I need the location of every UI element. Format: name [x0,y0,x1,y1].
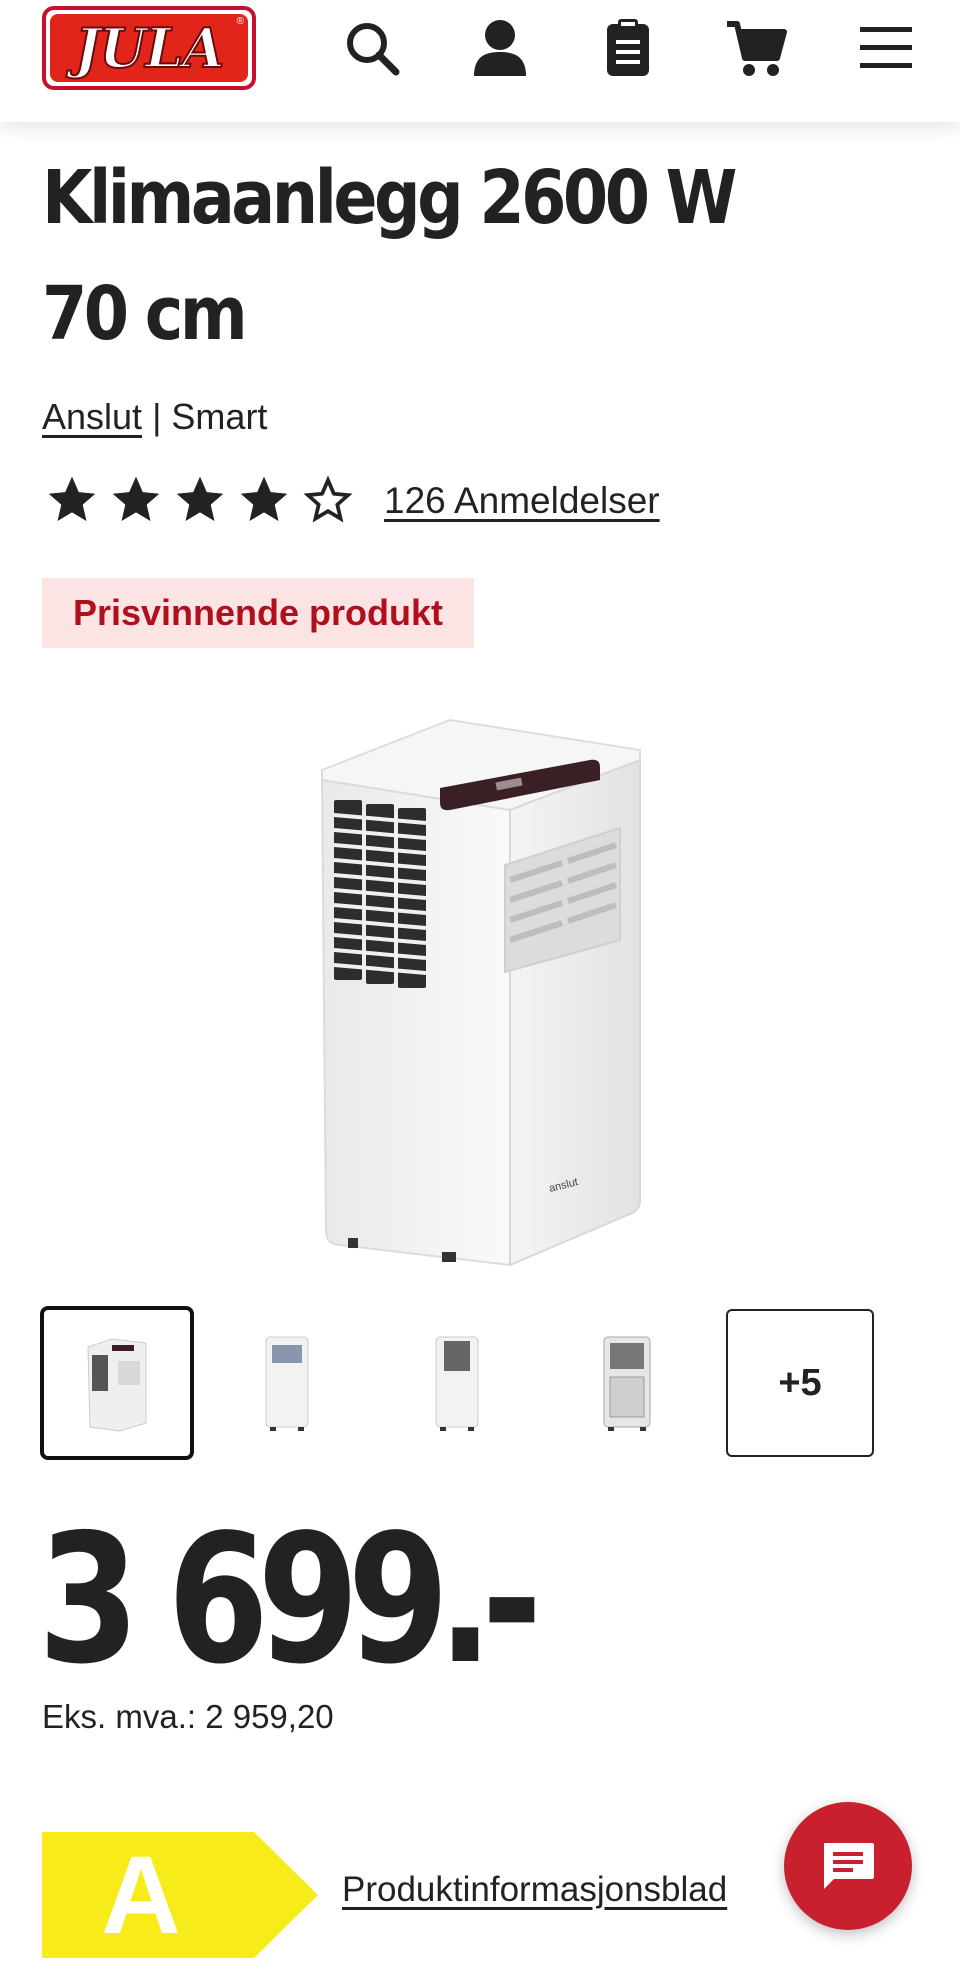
logo-registered-mark: ® [236,16,244,27]
star-empty-icon [303,475,353,523]
menu-button[interactable] [852,14,920,82]
energy-class: A [101,1833,181,1957]
chat-icon [824,1843,874,1889]
reviews-link[interactable]: 126 Anmeldelser [384,480,660,522]
star-full-icon [112,476,160,521]
product-brand-line: Anslut | Smart [42,396,267,438]
rating-stars[interactable] [44,472,356,528]
thumbnail-1[interactable] [40,1306,194,1460]
product-sheet-link[interactable]: Produktinformasjonsblad [342,1870,727,1910]
account-button[interactable] [466,14,534,82]
logo-badge: JULA ® [50,14,248,82]
star-full-icon [176,476,224,521]
image-thumbnails: +5 [40,1306,880,1460]
search-icon [347,23,400,76]
star-full-icon [240,476,288,521]
product-image[interactable]: anslut [300,700,660,1270]
cart-icon [727,21,787,76]
brand-series: Smart [171,396,268,437]
brand-separator: | [142,396,172,437]
thumbnail-4[interactable] [550,1306,704,1460]
account-icon [474,20,526,76]
shopping-list-button[interactable] [594,14,662,82]
price-ex-vat: Eks. mva.: 2 959,20 [42,1698,334,1735]
menu-icon [860,27,912,68]
site-header: JULA ® [0,0,960,122]
cart-button[interactable] [722,14,790,82]
product-price: 3 699.- [38,1496,542,1703]
thumbnail-3[interactable] [380,1306,534,1460]
thumbnail-2[interactable] [210,1306,364,1460]
jula-logo[interactable]: JULA ® [42,6,256,90]
thumbnail-image [265,1336,309,1431]
star-full-icon [48,476,96,521]
logo-text: JULA [74,15,226,81]
product-title: Klimaanlegg 2600 W 70 cm [42,155,738,357]
thumbnail-image [435,1336,479,1431]
shopping-list-icon [607,19,649,76]
more-images-button[interactable]: +5 [726,1309,874,1457]
energy-label[interactable]: A [42,1832,320,1958]
thumbnail-image [87,1338,147,1432]
chat-button[interactable] [784,1802,912,1930]
brand-link[interactable]: Anslut [42,396,142,437]
thumbnail-image [603,1336,651,1431]
award-badge: Prisvinnende produkt [42,578,474,648]
search-button[interactable] [338,14,406,82]
